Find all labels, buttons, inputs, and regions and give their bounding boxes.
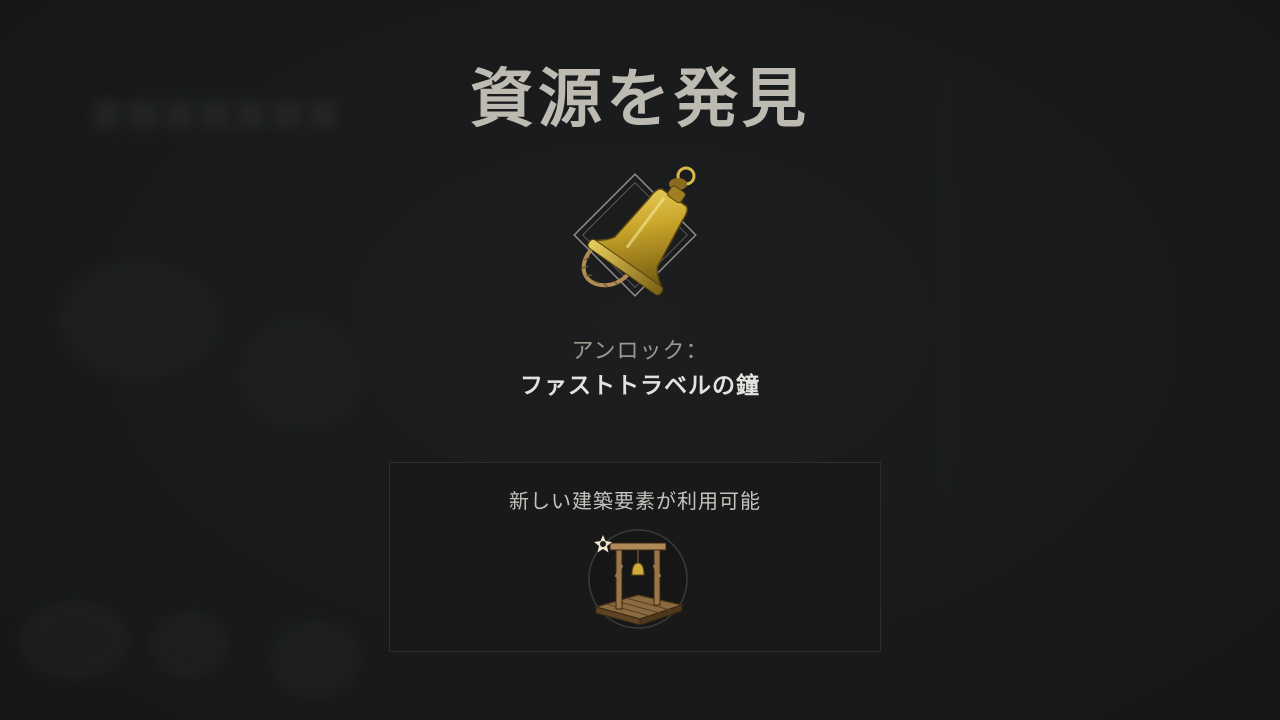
unlock-label: アンロック： [571,339,709,364]
dialog-title: 資源を発見 [470,63,810,137]
new-building-panel: 新しい建築要素が利用可能 [389,462,881,652]
unlocked-item-name: ファストトラベルの鐘 [520,373,760,399]
new-building-caption: 新しい建築要素が利用可能 [509,489,761,513]
bell-frame-structure-icon[interactable] [586,527,690,631]
bell-icon [560,160,710,310]
resource-discovered-screen: ■■■■■■■ 資源を発見 アンロック： ファストトラベルの鐘 新しい建築要素が… [0,0,1280,720]
